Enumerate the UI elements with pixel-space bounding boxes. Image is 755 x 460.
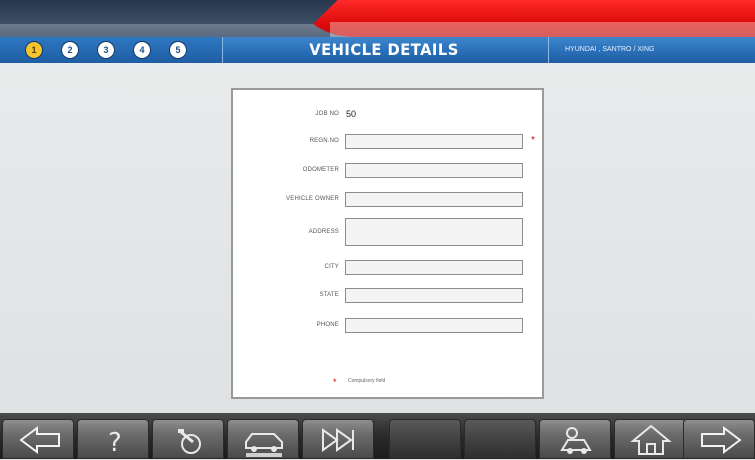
home-button[interactable]: [614, 419, 686, 459]
footnote-marker: *: [333, 377, 337, 387]
divider: [548, 37, 549, 63]
blank-button: [464, 419, 536, 459]
vehicle-tools-icon: [178, 429, 201, 454]
city-field[interactable]: [345, 260, 523, 275]
next-arrow-icon: [701, 426, 742, 454]
vehicle-name: HYUNDAI , SANTRO / XING: [565, 46, 655, 53]
city-label: CITY: [324, 264, 339, 270]
help-icon: ?: [108, 428, 122, 458]
state-field[interactable]: [345, 288, 523, 303]
step-2[interactable]: 2: [62, 42, 78, 58]
step-3[interactable]: 3: [98, 42, 114, 58]
step-1[interactable]: 1: [26, 42, 42, 58]
page-title: VEHICLE DETAILS: [309, 40, 459, 59]
owner-field[interactable]: [345, 192, 523, 207]
vehicle-details-button[interactable]: [227, 419, 299, 459]
reg-no-label: REGN.NO: [309, 138, 339, 144]
step-indicator: 1 2 3 4 5: [0, 37, 222, 63]
required-marker: *: [531, 135, 535, 146]
blank-button: [389, 419, 461, 459]
state-label: STATE: [319, 292, 339, 298]
address-field[interactable]: [345, 218, 523, 246]
address-label: ADDRESS: [308, 229, 339, 235]
divider: [222, 37, 223, 63]
odometer-field[interactable]: [345, 163, 523, 178]
svg-text:?: ?: [108, 428, 122, 458]
vehicle-details-form: JOB NO 50 REGN.NO * ODOMETER VEHICLE OWN…: [231, 88, 544, 399]
vehicle-details-icon: [245, 433, 283, 457]
next-button[interactable]: [683, 419, 755, 459]
step-5[interactable]: 5: [170, 42, 186, 58]
mechanic-button[interactable]: [539, 419, 611, 459]
odometer-label: ODOMETER: [302, 167, 339, 173]
vehicle-tools-button[interactable]: [152, 419, 224, 459]
car-mechanic-icon: [560, 427, 592, 454]
back-arrow-icon: [19, 426, 60, 454]
footnote-text: Compulsory field: [348, 378, 386, 384]
title-bar: 1 2 3 4 5 VEHICLE DETAILS HYUNDAI , SANT…: [0, 37, 755, 64]
job-no-value: 50: [346, 109, 357, 119]
back-button[interactable]: [2, 419, 74, 459]
phone-label: PHONE: [316, 322, 339, 328]
phone-field[interactable]: [345, 318, 523, 333]
top-banner: [0, 0, 755, 37]
home-icon: [630, 424, 672, 455]
skip-forward-icon: [322, 428, 354, 452]
bottom-toolbar: ?: [0, 413, 755, 459]
owner-label: VEHICLE OWNER: [286, 196, 339, 202]
red-swoosh-shine: [330, 22, 755, 37]
skip-forward-button[interactable]: [302, 419, 374, 459]
job-no-label: JOB NO: [315, 111, 339, 117]
help-button[interactable]: ?: [77, 419, 149, 459]
reg-no-field[interactable]: [345, 134, 523, 149]
step-4[interactable]: 4: [134, 42, 150, 58]
